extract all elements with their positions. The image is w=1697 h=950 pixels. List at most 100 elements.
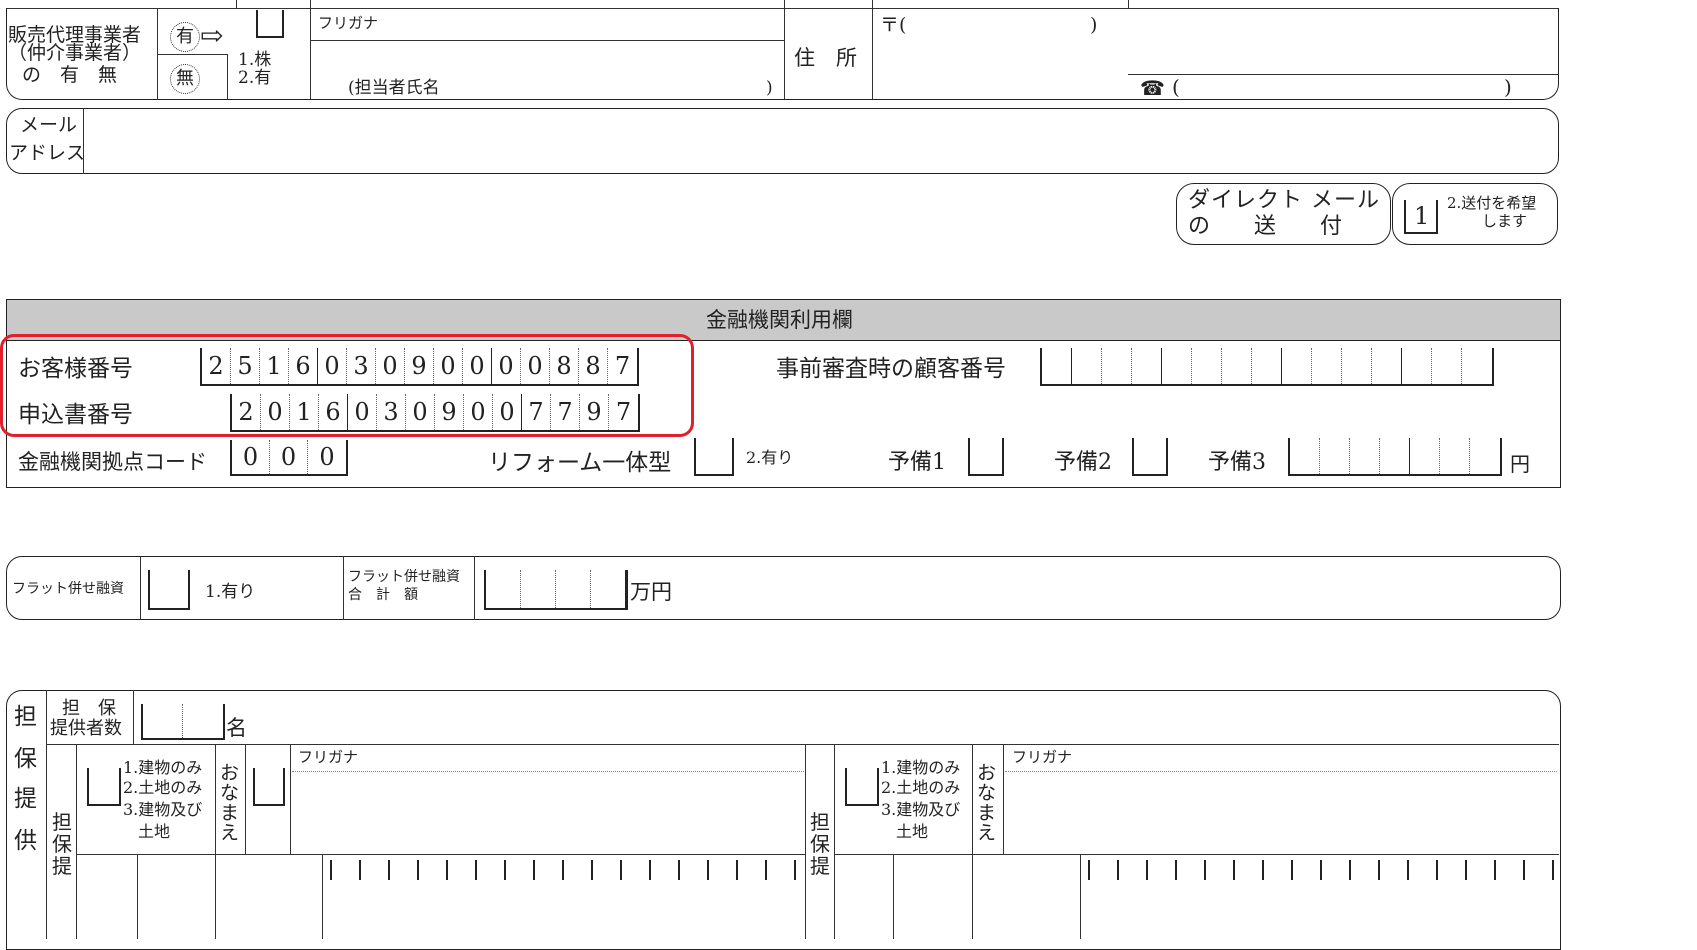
arrow-right-icon: ⇨ <box>200 19 224 52</box>
collateral-side-4: 供 <box>14 828 37 854</box>
provider1-name-box[interactable] <box>253 768 285 806</box>
provider2-name-2: な <box>977 782 997 804</box>
sales-agent-label-2: （仲介事業者） <box>8 42 142 64</box>
application-digit: 0 <box>493 394 522 430</box>
application-digit: 7 <box>615 398 632 426</box>
provider2-name-1: お <box>977 762 997 784</box>
reserve3-digit <box>1470 438 1500 474</box>
customer-digit: 8 <box>550 348 579 384</box>
provider1-digit-ticks <box>330 860 800 880</box>
reserve1-box[interactable] <box>968 438 1004 476</box>
postal-code[interactable]: 〒( <box>880 16 906 35</box>
provider1-name-3: ま <box>220 802 240 824</box>
provider2-opt-3: 3.建物及び <box>881 800 961 819</box>
customer-no-field[interactable]: 2 5 1 6 0 3 0 9 0 0 0 0 8 8 7 <box>200 348 639 386</box>
provider2-name-3: ま <box>977 802 997 824</box>
provider2-type-box[interactable] <box>845 768 879 806</box>
phone-open: ( <box>1172 75 1180 99</box>
pre-review-digit <box>1132 348 1162 384</box>
customer-digit: 2 <box>202 348 231 384</box>
branch-code-field[interactable]: 0 0 0 <box>230 440 348 476</box>
provider-sub-2: 保 <box>52 832 72 856</box>
customer-no-label: お客様番号 <box>18 356 133 382</box>
branch-digit: 0 <box>319 443 335 471</box>
provider2-opt-2: 2.土地のみ <box>881 778 961 797</box>
branch-digit: 0 <box>232 440 270 474</box>
reserve3-digit <box>1410 438 1440 474</box>
customer-digit: 5 <box>231 348 260 384</box>
pre-review-digit <box>1282 348 1312 384</box>
flat-combo-total-label-2: 合 計 額 <box>348 587 418 603</box>
customer-digit: 0 <box>521 348 550 384</box>
pre-review-digit <box>1222 348 1252 384</box>
sales-agent-label-3: の 有 無 <box>22 64 118 86</box>
provider1-opt-2: 2.土地のみ <box>123 778 203 797</box>
collateral-count-digit <box>183 704 223 738</box>
sales-agent-type-2: 2.有 <box>238 68 272 88</box>
provider1-opt-4: 土地 <box>138 822 171 841</box>
flat-total-digit <box>556 570 591 608</box>
provider1-name-2: な <box>220 782 240 804</box>
application-digit: 0 <box>464 394 493 430</box>
pre-review-digit <box>1162 348 1192 384</box>
sales-agent-contact-name: (担当者氏名 <box>348 78 440 98</box>
provider1-type-box[interactable] <box>87 768 121 806</box>
application-digit: 1 <box>290 394 319 430</box>
customer-digit: 8 <box>579 348 608 384</box>
customer-digit: 6 <box>289 348 318 384</box>
pre-review-digit <box>1312 348 1342 384</box>
application-digit: 3 <box>377 394 406 430</box>
flat-total-digit <box>486 570 521 608</box>
provider1-name-1: お <box>220 762 240 784</box>
reform-box[interactable] <box>694 438 734 476</box>
direct-mail-value: 1 <box>1414 202 1430 230</box>
provider2-name-field[interactable] <box>1005 773 1557 853</box>
reserve2-box[interactable] <box>1132 438 1168 476</box>
provider1-opt-1: 1.建物のみ <box>123 758 203 777</box>
collateral-count-field[interactable] <box>141 704 225 740</box>
email-input[interactable] <box>86 110 1556 172</box>
application-digit: 9 <box>435 394 464 430</box>
provider2-furigana: フリガナ <box>1012 748 1073 766</box>
application-digit: 0 <box>348 394 377 430</box>
flat-total-digit <box>521 570 556 608</box>
bank-section-title: 金融機関利用欄 <box>706 308 853 332</box>
reform-option: 2.有り <box>746 448 794 467</box>
application-digit: 2 <box>232 394 261 430</box>
contact-name-close: ) <box>766 78 773 98</box>
customer-digit: 3 <box>347 348 376 384</box>
application-no-field[interactable]: 2 0 1 6 0 3 0 9 0 0 7 7 9 7 <box>230 394 640 432</box>
flat-combo-total-field[interactable] <box>484 570 628 610</box>
pre-review-digit <box>1462 348 1492 384</box>
customer-digit: 0 <box>318 348 347 384</box>
collateral-count-digit <box>143 704 183 738</box>
customer-digit: 0 <box>376 348 405 384</box>
pre-review-field[interactable] <box>1040 348 1494 386</box>
reserve1-label: 予備1 <box>888 450 946 475</box>
reserve3-field[interactable] <box>1288 438 1502 476</box>
sales-agent-type-box[interactable] <box>256 10 284 38</box>
provider-sub-3: 提 <box>52 854 72 878</box>
flat-combo-option: 1.有り <box>205 582 256 602</box>
customer-digit: 0 <box>463 348 492 384</box>
collateral-side-1: 担 <box>14 704 37 730</box>
direct-mail-option-1: 2.送付を希望 <box>1447 194 1537 212</box>
reserve3-label: 予備3 <box>1208 450 1266 475</box>
pre-review-digit <box>1372 348 1402 384</box>
pre-review-digit <box>1342 348 1372 384</box>
provider1-opt-3: 3.建物及び <box>123 800 203 819</box>
provider2-opt-1: 1.建物のみ <box>881 758 961 777</box>
pre-review-digit <box>1102 348 1132 384</box>
application-digit: 7 <box>522 394 551 430</box>
yen-unit: 円 <box>1510 452 1530 476</box>
provider2-sub-2: 保 <box>810 832 830 856</box>
customer-digit: 0 <box>434 348 463 384</box>
provider2-sub-1: 担 <box>810 810 830 834</box>
postal-code-close: ) <box>1090 14 1098 36</box>
option-yes[interactable]: 有 <box>170 22 200 52</box>
pre-review-digit <box>1432 348 1462 384</box>
provider1-name-field[interactable] <box>292 773 804 853</box>
pre-review-digit <box>1042 348 1072 384</box>
option-no[interactable]: 無 <box>170 64 200 94</box>
flat-combo-box[interactable] <box>148 570 190 610</box>
